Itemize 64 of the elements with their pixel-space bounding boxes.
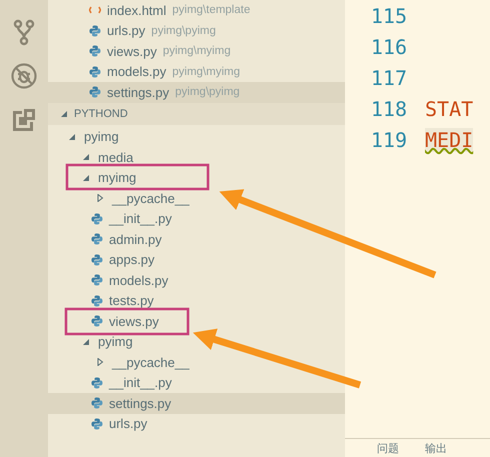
extensions-icon[interactable] <box>10 106 38 134</box>
file-name: models.py <box>107 64 166 80</box>
folder-item[interactable]: __pycache__ <box>48 188 345 208</box>
python-file-icon <box>91 233 103 246</box>
open-editor-item[interactable]: views.py pyimg\myimg <box>48 41 345 62</box>
file-path: pyimg\pyimg <box>175 86 240 98</box>
open-editor-item[interactable]: models.py pyimg\myimg <box>48 62 345 82</box>
expanded-arrow-icon[interactable] <box>60 110 68 118</box>
open-editor-item[interactable]: settings.py pyimg\pyimg <box>48 82 345 102</box>
file-path: pyimg\pyimg <box>151 24 216 37</box>
expanded-arrow-icon[interactable] <box>68 132 76 141</box>
python-file-icon <box>89 24 101 37</box>
section-title: PYTHOND <box>74 108 128 120</box>
python-file-icon <box>91 376 103 389</box>
line-number: 116 <box>370 34 408 58</box>
panel-tab[interactable]: 输出 <box>425 440 447 456</box>
collapsed-arrow-icon[interactable] <box>96 194 104 202</box>
expanded-arrow-icon[interactable] <box>82 153 90 162</box>
python-file-icon <box>91 274 103 286</box>
folder-item[interactable]: __pycache__ <box>48 352 345 372</box>
folder-item[interactable]: pyimg <box>48 126 345 147</box>
python-file-icon <box>91 294 103 307</box>
file-item[interactable]: settings.py <box>48 393 345 414</box>
panel-tab[interactable]: 问题 <box>377 440 399 456</box>
file-item[interactable]: __init__.py <box>48 208 345 229</box>
file-path: pyimg\template <box>172 4 250 16</box>
file-item[interactable]: urls.py <box>48 414 345 434</box>
file-path: pyimg\myimg <box>172 66 240 78</box>
expanded-arrow-icon[interactable] <box>82 338 90 346</box>
file-name: settings.py <box>107 84 170 100</box>
section-header[interactable]: PYTHOND <box>48 102 345 124</box>
file-item[interactable]: views.py <box>48 311 345 332</box>
python-file-icon <box>89 66 101 78</box>
folder-item[interactable]: media <box>48 147 345 168</box>
python-file-icon <box>91 254 103 266</box>
file-name: views.py <box>107 44 157 59</box>
python-file-icon <box>91 397 103 410</box>
open-editor-item[interactable]: urls.py pyimg\pyimg <box>48 20 345 41</box>
collapsed-arrow-icon[interactable] <box>96 358 104 366</box>
python-file-icon <box>89 45 101 58</box>
file-item[interactable]: models.py <box>48 270 345 290</box>
file-name: urls.py <box>107 23 146 38</box>
python-file-icon <box>89 86 101 98</box>
expanded-arrow-icon[interactable] <box>82 174 90 182</box>
file-path: pyimg\myimg <box>162 45 231 58</box>
code-text: MEDI <box>425 128 474 152</box>
code-text: STAT <box>425 96 474 120</box>
line-number: 115 <box>370 4 408 28</box>
open-editor-item[interactable]: index.html pyimg\template <box>48 0 345 20</box>
file-item[interactable]: apps.py <box>48 250 345 270</box>
debug-icon[interactable] <box>10 62 38 90</box>
line-number: 117 <box>370 66 408 90</box>
html-file-icon <box>89 4 101 16</box>
file-item[interactable]: tests.py <box>48 290 345 311</box>
file-item[interactable]: __init__.py <box>48 372 345 393</box>
folder-item[interactable]: pyimg <box>48 332 345 352</box>
python-file-icon <box>91 212 103 225</box>
line-number: 118 <box>370 96 408 120</box>
line-number: 119 <box>370 128 408 152</box>
python-file-icon <box>91 315 103 328</box>
python-file-icon <box>91 418 103 430</box>
file-item[interactable]: admin.py <box>48 229 345 250</box>
file-name: index.html <box>107 2 166 18</box>
folder-item[interactable]: myimg <box>48 168 345 188</box>
